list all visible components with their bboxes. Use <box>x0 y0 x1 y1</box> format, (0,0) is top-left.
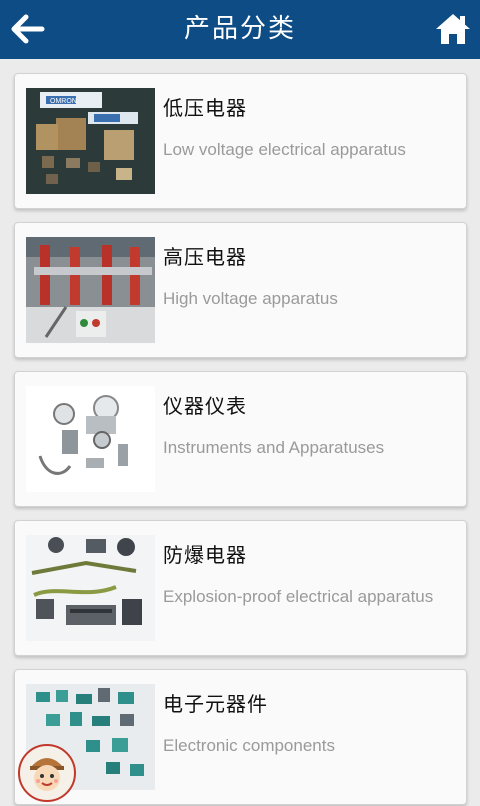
app-header: 产品分类 <box>0 0 480 59</box>
category-subtitle: Electronic components <box>163 736 335 755</box>
category-subtitle: High voltage apparatus <box>163 289 338 308</box>
home-icon <box>436 14 470 44</box>
mascot-avatar-icon <box>18 744 76 802</box>
category-subtitle: Instruments and Apparatuses <box>163 438 385 457</box>
category-card-high-voltage[interactable]: 高压电器 High voltage apparatus <box>14 222 467 358</box>
category-subtitle: Explosion-proof electrical apparatus <box>163 587 434 606</box>
home-button[interactable] <box>434 10 472 48</box>
instruments-product-image <box>26 386 155 492</box>
floating-mascot-button[interactable] <box>18 744 76 802</box>
category-card-electronic-components[interactable]: 电子元器件 Electronic components <box>14 669 467 805</box>
category-title: 防爆电器 <box>163 543 247 567</box>
category-card-low-voltage[interactable]: OMRON 低压电器 Low voltage electrical appara… <box>14 73 467 209</box>
category-title: 高压电器 <box>163 245 247 269</box>
explosion-proof-product-image <box>26 535 155 641</box>
category-title: 仪器仪表 <box>163 394 247 418</box>
page-title: 产品分类 <box>183 14 296 44</box>
category-title: 低压电器 <box>163 96 247 120</box>
category-subtitle: Low voltage electrical apparatus <box>163 140 406 159</box>
category-title: 电子元器件 <box>163 692 268 716</box>
category-card-explosion-proof[interactable]: 防爆电器 Explosion-proof electrical apparatu… <box>14 520 467 656</box>
high-voltage-product-image <box>26 237 155 343</box>
category-card-instruments[interactable]: 仪器仪表 Instruments and Apparatuses <box>14 371 467 507</box>
low-voltage-product-image: OMRON <box>26 88 155 194</box>
omron-label: OMRON <box>50 98 77 105</box>
